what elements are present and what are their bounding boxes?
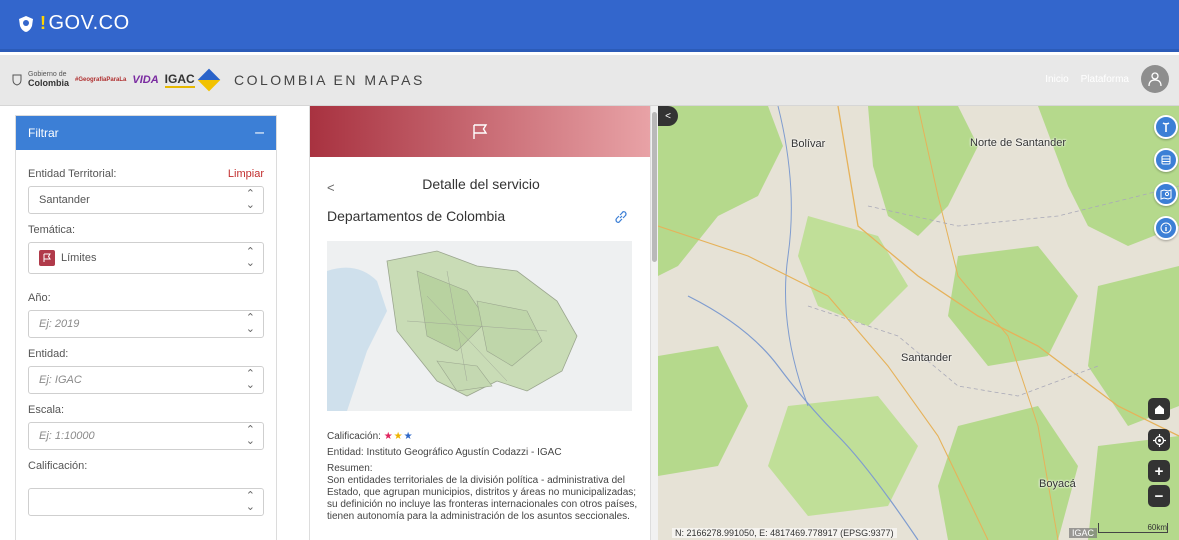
institution-logos[interactable]: Gobierno de Colombia #GeografíaParaLa VI… bbox=[12, 64, 222, 96]
clear-filters-link[interactable]: Limpiar bbox=[228, 168, 264, 180]
entidad-placeholder: Ej: IGAC bbox=[39, 374, 82, 386]
calificacion-select[interactable]: ⌃ ⌄ bbox=[28, 488, 264, 516]
tematica-value: Límites bbox=[61, 252, 97, 264]
entidad-detail: Entidad: Instituto Geográfico Agustín Co… bbox=[327, 447, 562, 458]
nav-inicio[interactable]: Inicio bbox=[1045, 74, 1068, 85]
resumen-text: Son entidades territoriales de la divisi… bbox=[327, 475, 638, 522]
escala-label: Escala: bbox=[28, 404, 65, 416]
user-icon bbox=[1148, 72, 1162, 87]
service-detail-panel: < Detalle del servicio Departamentos de … bbox=[309, 106, 651, 540]
gov-co-logo[interactable]: ! GOV.CO bbox=[18, 12, 130, 35]
map-view[interactable]: Bolívar Norte de Santander Santander Boy… bbox=[658, 106, 1179, 540]
colombia-shield-icon bbox=[12, 74, 22, 86]
zoom-in-icon: + bbox=[1154, 462, 1164, 480]
zoom-out-icon: − bbox=[1154, 487, 1164, 505]
map-attribution: IGAC bbox=[1069, 528, 1098, 538]
tematica-select[interactable]: Límites ⌃ ⌄ bbox=[28, 242, 264, 274]
map-scalebar: 60km bbox=[1098, 523, 1168, 533]
locate-button[interactable] bbox=[1148, 429, 1170, 451]
entidad-territorial-label: Entidad Territorial: bbox=[28, 168, 117, 180]
map-collapse-button[interactable]: < bbox=[658, 106, 678, 126]
filter-header[interactable]: Filtrar – bbox=[16, 116, 276, 150]
wrench-icon bbox=[1162, 122, 1170, 132]
calificacion-detail-label: Calificación: bbox=[327, 431, 381, 442]
gov-bang: ! bbox=[40, 13, 47, 33]
vida-logo: VIDA bbox=[132, 74, 159, 86]
calificacion-label: Calificación: bbox=[28, 460, 88, 472]
map-label-santander: Santander bbox=[901, 352, 952, 364]
service-map-thumbnail bbox=[327, 241, 632, 411]
detail-banner bbox=[310, 106, 650, 157]
select-chevron-icon: ⌃ ⌄ bbox=[245, 188, 255, 211]
layers-icon bbox=[1161, 155, 1171, 165]
escala-placeholder: Ej: 1:10000 bbox=[39, 430, 95, 442]
nav-links: Inicio Plataforma bbox=[1045, 74, 1129, 85]
entidad-territorial-row: Entidad Territorial: Limpiar bbox=[28, 168, 264, 180]
select-chevron-icon: ⌃ ⌄ bbox=[245, 312, 255, 335]
anio-label: Año: bbox=[28, 292, 51, 304]
tematica-label: Temática: bbox=[28, 224, 76, 236]
anio-placeholder: Ej: 2019 bbox=[39, 318, 80, 330]
entidad-territorial-value: Santander bbox=[39, 194, 90, 206]
gobierno-big: Colombia bbox=[28, 78, 70, 88]
entidad-label: Entidad: bbox=[28, 348, 69, 360]
detail-text: Calificación: ★★★ Entidad: Instituto Geo… bbox=[327, 431, 639, 527]
select-chevron-icon: ⌃ ⌄ bbox=[245, 368, 255, 391]
filter-title: Filtrar bbox=[28, 126, 59, 140]
map-search-icon bbox=[1160, 189, 1172, 200]
gov-top-bar: ! GOV.CO bbox=[0, 0, 1179, 52]
map-search-button[interactable] bbox=[1154, 182, 1178, 206]
nav-plataforma[interactable]: Plataforma bbox=[1081, 74, 1129, 85]
map-label-bolivar: Bolívar bbox=[791, 138, 826, 150]
filter-collapse-button[interactable]: – bbox=[255, 125, 264, 141]
select-chevron-icon: ⌃ ⌄ bbox=[245, 490, 255, 513]
info-button[interactable] bbox=[1154, 216, 1178, 240]
star-icon: ★ bbox=[393, 431, 404, 442]
home-icon bbox=[1154, 404, 1164, 414]
detail-title-row: < Detalle del servicio bbox=[310, 176, 650, 196]
user-button[interactable] bbox=[1141, 65, 1169, 93]
filter-panel: Filtrar – Entidad Territorial: Limpiar S… bbox=[15, 115, 277, 540]
zoom-in-button[interactable]: + bbox=[1148, 460, 1170, 482]
service-name: Departamentos de Colombia bbox=[327, 208, 506, 224]
star-icon: ★ bbox=[383, 431, 394, 442]
detail-scrollbar-thumb[interactable] bbox=[652, 112, 657, 262]
entidad-territorial-select[interactable]: Santander ⌃ ⌄ bbox=[28, 186, 264, 214]
info-icon bbox=[1160, 222, 1172, 234]
shield-icon bbox=[19, 15, 33, 32]
igac-diamond-icon bbox=[197, 68, 220, 92]
locate-icon bbox=[1152, 433, 1166, 447]
flag-icon bbox=[473, 123, 488, 139]
geografia-hashtag: #GeografíaParaLa bbox=[75, 77, 127, 83]
igac-logo: IGAC bbox=[164, 72, 195, 88]
flag-icon bbox=[39, 250, 55, 266]
map-label-boyaca: Boyacá bbox=[1039, 478, 1076, 490]
calificacion-row: Calificación: ★★★ bbox=[327, 431, 639, 443]
zoom-out-button[interactable]: − bbox=[1148, 485, 1170, 507]
gov-co-text: GOV.CO bbox=[48, 12, 130, 34]
gobierno-logo: Gobierno de Colombia bbox=[28, 71, 69, 89]
app-header: Gobierno de Colombia #GeografíaParaLa VI… bbox=[0, 55, 1179, 106]
tools-button[interactable] bbox=[1154, 115, 1178, 139]
map-label-norte-de-santander: Norte de Santander bbox=[970, 137, 1067, 149]
select-chevron-icon: ⌃ ⌄ bbox=[245, 246, 255, 269]
map-canvas bbox=[658, 106, 1179, 540]
app-title: COLOMBIA EN MAPAS bbox=[234, 72, 425, 88]
rating-stars: ★★★ bbox=[384, 431, 414, 442]
layers-button[interactable] bbox=[1154, 148, 1178, 172]
entidad-select[interactable]: Ej: IGAC ⌃ ⌄ bbox=[28, 366, 264, 394]
colombia-thumbnail-map bbox=[327, 241, 632, 411]
detail-title: Detalle del servicio bbox=[422, 176, 540, 192]
scale-label: 60km bbox=[1147, 523, 1167, 532]
home-button[interactable] bbox=[1148, 398, 1170, 420]
map-coordinates: N: 2166278.991050, E: 4817469.778917 (EP… bbox=[672, 528, 897, 538]
anio-select[interactable]: Ej: 2019 ⌃ ⌄ bbox=[28, 310, 264, 338]
escala-select[interactable]: Ej: 1:10000 ⌃ ⌄ bbox=[28, 422, 264, 450]
select-chevron-icon: ⌃ ⌄ bbox=[245, 424, 255, 447]
link-icon[interactable] bbox=[614, 210, 628, 224]
star-icon: ★ bbox=[403, 431, 414, 442]
resumen-label: Resumen: bbox=[327, 463, 373, 474]
